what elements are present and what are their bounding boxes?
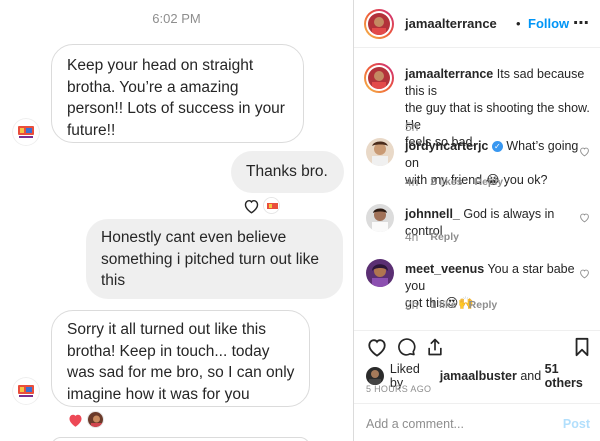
comment-time[interactable]: 4h — [405, 230, 418, 244]
follow-button[interactable]: Follow — [528, 16, 569, 31]
message-line: something i pitched turn out like — [101, 250, 319, 268]
message-line: brotha. You’re a amazing — [67, 78, 239, 96]
comment-meta: 4h 2 likes Reply — [405, 175, 515, 189]
add-comment-bar: Post — [354, 403, 600, 441]
reply-button[interactable]: Reply — [430, 231, 459, 243]
commenter-avatar[interactable] — [366, 259, 394, 287]
story-ring-avatar[interactable] — [364, 9, 394, 39]
liked-by-others[interactable]: 51 others — [545, 362, 600, 390]
message-bubble-received[interactable]: Keep your head on straight brotha. You’r… — [51, 44, 304, 143]
message-line: brotha! Keep in touch... today — [67, 342, 270, 360]
share-icon[interactable] — [425, 337, 445, 357]
message-line: was sad for me bro, so I can only — [67, 364, 295, 381]
caption-meta: 5h — [405, 120, 430, 134]
like-comment-icon[interactable] — [579, 212, 590, 223]
message-line: Sorry it all turned out like this — [67, 321, 267, 338]
commenter-avatar[interactable] — [366, 138, 394, 166]
comment-bubble-icon[interactable] — [396, 337, 416, 357]
comment-time[interactable]: 4h — [405, 175, 418, 189]
reactor-avatar — [263, 197, 280, 214]
liked-by-user[interactable]: jamaalbuster — [440, 369, 517, 383]
comment-username[interactable]: johnnell_ — [405, 207, 460, 221]
message-bubble-sent[interactable]: Honestly cant even believe something i p… — [86, 219, 343, 299]
commenter-avatar[interactable] — [366, 204, 394, 232]
comment-time[interactable]: 2h — [405, 298, 418, 312]
caption-username[interactable]: jamaalterrance — [405, 67, 493, 81]
more-options-icon[interactable]: ⋯ — [573, 13, 590, 33]
liker-avatar[interactable] — [366, 367, 384, 385]
heart-filled-icon — [69, 414, 82, 427]
message-line: this — [101, 272, 126, 289]
post-comment-button[interactable]: Post — [563, 417, 590, 431]
post-panel: jamaalterrance • Follow ⋯ jamaalterrance… — [354, 0, 600, 441]
message-reaction[interactable] — [243, 197, 280, 214]
comment-username[interactable]: meet_veenus — [405, 262, 484, 276]
bookmark-icon[interactable] — [574, 337, 590, 357]
like-comment-icon[interactable] — [579, 268, 590, 279]
dm-thread: 6:02 PM Keep your head on straight broth… — [0, 0, 353, 441]
reply-button[interactable]: Reply — [474, 176, 503, 188]
comment-username[interactable]: jordyncarterjc — [405, 139, 488, 153]
like-comment-icon[interactable] — [579, 146, 590, 157]
sender-avatar[interactable] — [12, 118, 40, 146]
message-line: imagine how it was for you — [67, 385, 250, 403]
post-header: jamaalterrance • Follow ⋯ — [354, 0, 600, 48]
message-line: person!! Lots of success in your — [67, 100, 285, 117]
reactor-avatar — [87, 411, 104, 428]
message-line: Keep your head on straight — [67, 57, 254, 74]
comment-likes[interactable]: 2 likes — [430, 176, 462, 188]
message-timestamp: 6:02 PM — [152, 11, 201, 26]
caption-time[interactable]: 5h — [405, 120, 418, 134]
message-line: Thanks bro. — [246, 163, 328, 180]
message-reaction[interactable] — [67, 411, 104, 428]
comment-likes[interactable]: 1 like — [430, 299, 456, 311]
heart-outline-icon — [244, 199, 259, 214]
add-comment-input[interactable] — [366, 415, 546, 433]
caption-text-2: the guy that is shooting the show. He — [405, 101, 590, 132]
message-bubble-received[interactable]: Sorry it all turned out like this brotha… — [51, 310, 310, 407]
message-bubble-sent[interactable]: Thanks bro. — [231, 151, 344, 193]
post-action-bar — [354, 330, 600, 360]
comment-meta: 4h Reply — [405, 230, 471, 244]
message-line: Honestly cant even believe — [101, 229, 287, 246]
sender-avatar[interactable] — [12, 377, 40, 405]
message-bubble-received[interactable] — [51, 437, 310, 441]
message-line: future!! — [67, 121, 116, 139]
caption-author-avatar[interactable] — [364, 63, 394, 93]
verified-badge-icon: ✓ — [491, 141, 503, 153]
liked-by-and: and — [520, 369, 542, 383]
post-timestamp[interactable]: 5 HOURS AGO — [366, 384, 431, 394]
like-heart-icon[interactable] — [366, 337, 388, 357]
comment-meta: 2h 1 like Reply — [405, 298, 509, 312]
post-author-username[interactable]: jamaalterrance — [405, 16, 497, 31]
reply-button[interactable]: Reply — [469, 299, 498, 311]
separator-dot: • — [516, 16, 521, 31]
